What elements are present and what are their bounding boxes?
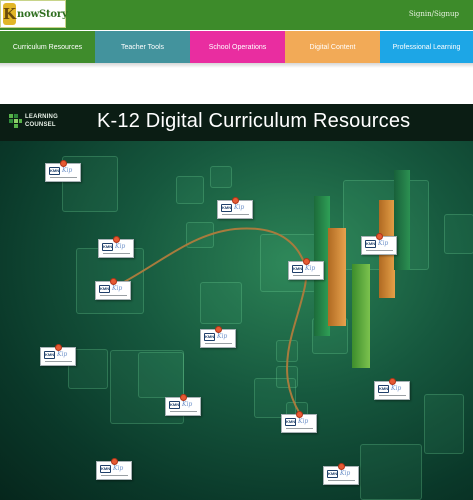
- pin-badge: KMN: [49, 167, 60, 175]
- nav-shadow: [0, 63, 473, 68]
- pin-script: Kip: [182, 401, 193, 408]
- resource-pin[interactable]: KMN Kip: [288, 258, 324, 280]
- resource-pin[interactable]: KMN Kip: [95, 278, 131, 300]
- pin-script: Kip: [305, 265, 316, 272]
- pin-script: Kip: [298, 418, 309, 425]
- pin-badge: KMN: [204, 333, 215, 341]
- pushpin-icon: [232, 197, 239, 204]
- pushpin-icon: [338, 463, 345, 470]
- pushpin-icon: [110, 278, 117, 285]
- banner-title: K-12 Digital Curriculum Resources: [97, 110, 411, 132]
- resource-pin[interactable]: KMN Kip: [45, 160, 81, 182]
- pin-script: Kip: [62, 167, 73, 174]
- tab-teacher-tools[interactable]: Teacher Tools: [95, 31, 190, 63]
- pushpin-icon: [60, 160, 67, 167]
- logo-text: nowStory: [17, 8, 68, 20]
- resource-pin[interactable]: KMN Kip: [281, 411, 317, 433]
- pin-badge: KMN: [292, 265, 303, 273]
- pin-script: Kip: [234, 204, 245, 211]
- pushpin-icon: [389, 378, 396, 385]
- curriculum-banner: LEARNING COUNSEL K-12 Digital Curriculum…: [0, 104, 473, 500]
- top-header: K nowStory Signin/Signup: [0, 0, 473, 30]
- pin-badge: KMN: [99, 285, 110, 293]
- pin-script: Kip: [57, 351, 68, 358]
- pushpin-icon: [111, 458, 118, 465]
- resource-pin[interactable]: KMN Kip: [98, 236, 134, 258]
- pin-script: Kip: [391, 385, 402, 392]
- knowstory-logo[interactable]: K nowStory: [0, 0, 68, 28]
- pushpin-icon: [55, 344, 62, 351]
- pin-badge: KMN: [100, 465, 111, 473]
- resource-pin[interactable]: KMN Kip: [165, 394, 201, 416]
- logo-k-mark: K: [3, 3, 17, 25]
- pin-script: Kip: [340, 470, 351, 477]
- signin-link[interactable]: Signin/Signup: [409, 10, 459, 18]
- pin-badge: KMN: [365, 240, 376, 248]
- pushpin-icon: [180, 394, 187, 401]
- pin-badge: KMN: [378, 385, 389, 393]
- pin-badge: KMN: [285, 418, 296, 426]
- org-line2: COUNSEL: [25, 122, 56, 128]
- resource-pin[interactable]: KMN Kip: [361, 233, 397, 255]
- pin-script: Kip: [112, 285, 123, 292]
- learning-counsel-icon: [9, 114, 22, 128]
- main-nav: Curriculum Resources Teacher Tools Schoo…: [0, 31, 473, 63]
- tab-school-operations[interactable]: School Operations: [190, 31, 285, 63]
- pin-badge: KMN: [102, 243, 113, 251]
- pin-script: Kip: [378, 240, 389, 247]
- pin-badge: KMN: [327, 470, 338, 478]
- pushpin-icon: [215, 326, 222, 333]
- pin-badge: KMN: [221, 204, 232, 212]
- pin-script: Kip: [217, 333, 228, 340]
- pushpin-icon: [296, 411, 303, 418]
- tab-professional-learning[interactable]: Professional Learning: [380, 31, 473, 63]
- resource-pin[interactable]: KMN Kip: [323, 463, 359, 485]
- pushpin-icon: [113, 236, 120, 243]
- resource-pin[interactable]: KMN Kip: [217, 197, 253, 219]
- tab-digital-content[interactable]: Digital Content: [285, 31, 380, 63]
- banner-titlebar: LEARNING COUNSEL K-12 Digital Curriculum…: [0, 104, 473, 141]
- pushpin-icon: [303, 258, 310, 265]
- pin-script: Kip: [113, 465, 124, 472]
- resource-pin[interactable]: KMN Kip: [40, 344, 76, 366]
- pushpin-icon: [376, 233, 383, 240]
- tab-curriculum-resources[interactable]: Curriculum Resources: [0, 31, 95, 63]
- resource-pin[interactable]: KMN Kip: [374, 378, 410, 400]
- resource-pin[interactable]: KMN Kip: [96, 458, 132, 480]
- page: K nowStory Signin/Signup Curriculum Reso…: [0, 0, 473, 500]
- learning-counsel-logo: LEARNING COUNSEL: [8, 111, 58, 135]
- pin-script: Kip: [115, 243, 126, 250]
- pin-badge: KMN: [169, 401, 180, 409]
- pin-badge: KMN: [44, 351, 55, 359]
- resource-pin[interactable]: KMN Kip: [200, 326, 236, 348]
- org-line1: LEARNING: [25, 114, 58, 120]
